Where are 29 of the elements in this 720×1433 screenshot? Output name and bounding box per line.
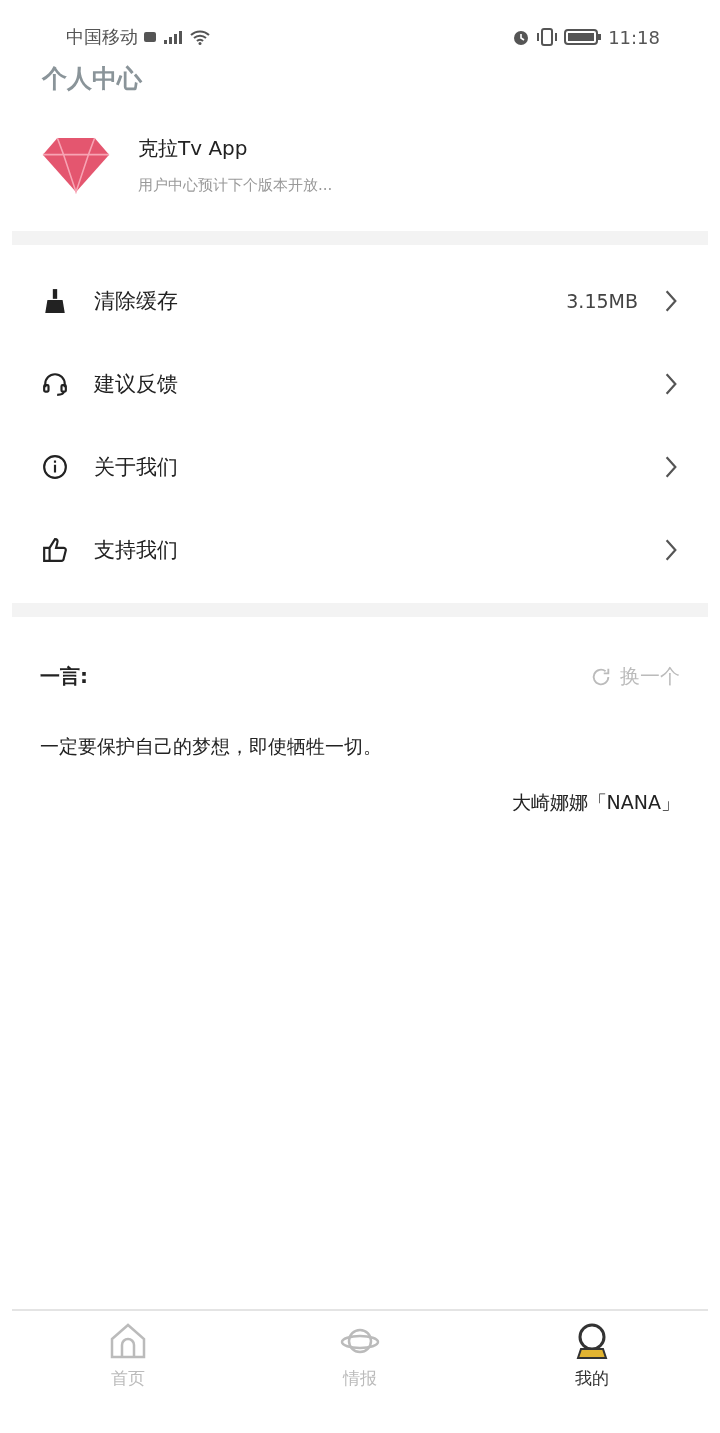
carrier: 中国移动: [66, 25, 138, 49]
menu-item[interactable]: 建议反馈: [0, 342, 720, 425]
gem-icon: [42, 136, 110, 194]
quote-author: 大崎娜娜「NANA」: [510, 790, 680, 815]
menu-item[interactable]: 清除缓存 3.15MB: [0, 259, 720, 342]
clock: 11:18: [608, 26, 660, 48]
chevron-icon: [664, 371, 678, 396]
chevron-icon: [664, 537, 678, 562]
app-name: 克拉Tv App: [138, 135, 249, 162]
headset-icon: [42, 370, 68, 397]
chevron-icon: [664, 288, 678, 313]
broom-icon: [42, 287, 68, 314]
alarm-icon: [512, 28, 531, 46]
quote-heading: 一言:: [40, 663, 88, 690]
menu-item[interactable]: 支持我们: [0, 508, 720, 591]
quote-text: 一定要保护自己的梦想，即使牺牲一切。: [40, 734, 383, 759]
signal-icon: [144, 29, 184, 45]
house-icon: [108, 1321, 148, 1361]
tab[interactable]: 我的: [532, 1321, 652, 1433]
battery-icon: [564, 28, 603, 46]
chevron-icon: [664, 454, 678, 479]
vibrate-icon: [536, 28, 559, 46]
wifi-icon: [190, 29, 210, 45]
cache-size: 3.15MB: [566, 289, 638, 312]
app-subtitle: 用户中心预计下个版本开放...: [138, 176, 333, 195]
info-icon: [42, 453, 68, 480]
page-title: 个人中心: [40, 63, 143, 95]
menu-item[interactable]: 关于我们: [0, 425, 720, 508]
thumbs-up-icon: [42, 536, 68, 563]
